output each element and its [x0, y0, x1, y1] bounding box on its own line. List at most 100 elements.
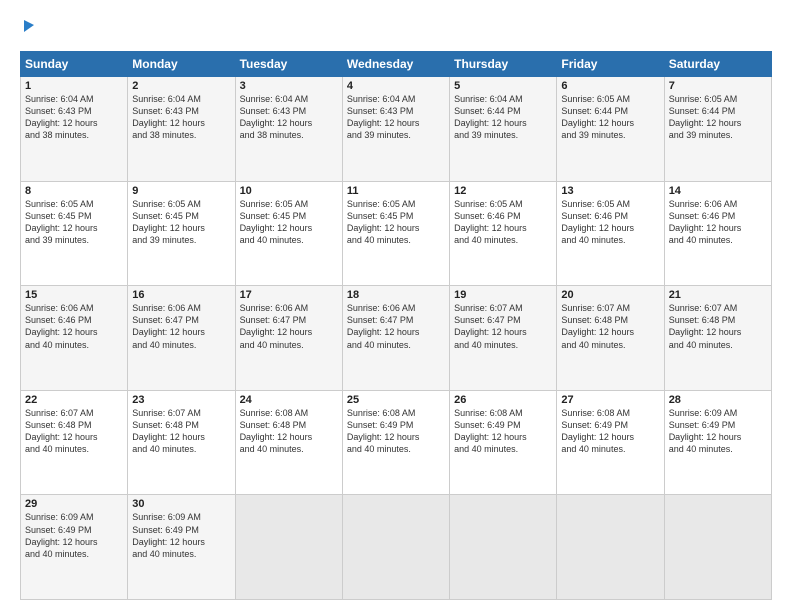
- calendar-header-row: SundayMondayTuesdayWednesdayThursdayFrid…: [21, 52, 772, 77]
- day-number: 15: [25, 289, 123, 301]
- calendar-cell: 11Sunrise: 6:05 AM Sunset: 6:45 PM Dayli…: [342, 181, 449, 286]
- calendar-header-saturday: Saturday: [664, 52, 771, 77]
- calendar-cell: 22Sunrise: 6:07 AM Sunset: 6:48 PM Dayli…: [21, 390, 128, 495]
- calendar-week-row: 22Sunrise: 6:07 AM Sunset: 6:48 PM Dayli…: [21, 390, 772, 495]
- day-info: Sunrise: 6:05 AM Sunset: 6:44 PM Dayligh…: [561, 93, 659, 142]
- day-number: 16: [132, 289, 230, 301]
- day-info: Sunrise: 6:05 AM Sunset: 6:45 PM Dayligh…: [25, 198, 123, 247]
- calendar-header-thursday: Thursday: [450, 52, 557, 77]
- day-number: 5: [454, 80, 552, 92]
- day-number: 13: [561, 185, 659, 197]
- calendar-cell: 17Sunrise: 6:06 AM Sunset: 6:47 PM Dayli…: [235, 286, 342, 391]
- day-info: Sunrise: 6:08 AM Sunset: 6:49 PM Dayligh…: [347, 407, 445, 456]
- calendar-cell: 21Sunrise: 6:07 AM Sunset: 6:48 PM Dayli…: [664, 286, 771, 391]
- calendar-cell: 20Sunrise: 6:07 AM Sunset: 6:48 PM Dayli…: [557, 286, 664, 391]
- day-number: 25: [347, 394, 445, 406]
- day-number: 22: [25, 394, 123, 406]
- calendar-header-monday: Monday: [128, 52, 235, 77]
- calendar-cell: 6Sunrise: 6:05 AM Sunset: 6:44 PM Daylig…: [557, 77, 664, 182]
- day-info: Sunrise: 6:06 AM Sunset: 6:47 PM Dayligh…: [347, 302, 445, 351]
- calendar-cell: [557, 495, 664, 600]
- day-info: Sunrise: 6:06 AM Sunset: 6:47 PM Dayligh…: [240, 302, 338, 351]
- day-info: Sunrise: 6:05 AM Sunset: 6:46 PM Dayligh…: [561, 198, 659, 247]
- day-info: Sunrise: 6:04 AM Sunset: 6:43 PM Dayligh…: [132, 93, 230, 142]
- day-number: 18: [347, 289, 445, 301]
- calendar-cell: 19Sunrise: 6:07 AM Sunset: 6:47 PM Dayli…: [450, 286, 557, 391]
- day-info: Sunrise: 6:05 AM Sunset: 6:45 PM Dayligh…: [240, 198, 338, 247]
- day-number: 17: [240, 289, 338, 301]
- day-number: 30: [132, 498, 230, 510]
- day-info: Sunrise: 6:07 AM Sunset: 6:48 PM Dayligh…: [25, 407, 123, 456]
- calendar-cell: 3Sunrise: 6:04 AM Sunset: 6:43 PM Daylig…: [235, 77, 342, 182]
- calendar-cell: 27Sunrise: 6:08 AM Sunset: 6:49 PM Dayli…: [557, 390, 664, 495]
- day-info: Sunrise: 6:09 AM Sunset: 6:49 PM Dayligh…: [25, 511, 123, 560]
- day-info: Sunrise: 6:05 AM Sunset: 6:45 PM Dayligh…: [347, 198, 445, 247]
- day-number: 3: [240, 80, 338, 92]
- calendar-cell: 8Sunrise: 6:05 AM Sunset: 6:45 PM Daylig…: [21, 181, 128, 286]
- day-info: Sunrise: 6:07 AM Sunset: 6:48 PM Dayligh…: [132, 407, 230, 456]
- calendar-cell: 25Sunrise: 6:08 AM Sunset: 6:49 PM Dayli…: [342, 390, 449, 495]
- calendar-week-row: 29Sunrise: 6:09 AM Sunset: 6:49 PM Dayli…: [21, 495, 772, 600]
- calendar-cell: 12Sunrise: 6:05 AM Sunset: 6:46 PM Dayli…: [450, 181, 557, 286]
- day-number: 28: [669, 394, 767, 406]
- header: [20, 18, 772, 41]
- calendar-cell: 16Sunrise: 6:06 AM Sunset: 6:47 PM Dayli…: [128, 286, 235, 391]
- day-info: Sunrise: 6:06 AM Sunset: 6:46 PM Dayligh…: [25, 302, 123, 351]
- day-number: 14: [669, 185, 767, 197]
- day-number: 19: [454, 289, 552, 301]
- calendar-header-tuesday: Tuesday: [235, 52, 342, 77]
- day-number: 12: [454, 185, 552, 197]
- day-info: Sunrise: 6:07 AM Sunset: 6:48 PM Dayligh…: [669, 302, 767, 351]
- day-info: Sunrise: 6:05 AM Sunset: 6:46 PM Dayligh…: [454, 198, 552, 247]
- calendar-week-row: 1Sunrise: 6:04 AM Sunset: 6:43 PM Daylig…: [21, 77, 772, 182]
- calendar-cell: 5Sunrise: 6:04 AM Sunset: 6:44 PM Daylig…: [450, 77, 557, 182]
- calendar-header-friday: Friday: [557, 52, 664, 77]
- calendar-cell: 14Sunrise: 6:06 AM Sunset: 6:46 PM Dayli…: [664, 181, 771, 286]
- day-info: Sunrise: 6:04 AM Sunset: 6:43 PM Dayligh…: [25, 93, 123, 142]
- day-number: 23: [132, 394, 230, 406]
- logo-wrapper: [20, 18, 38, 41]
- page: SundayMondayTuesdayWednesdayThursdayFrid…: [0, 0, 792, 612]
- calendar-cell: 24Sunrise: 6:08 AM Sunset: 6:48 PM Dayli…: [235, 390, 342, 495]
- day-info: Sunrise: 6:07 AM Sunset: 6:47 PM Dayligh…: [454, 302, 552, 351]
- calendar-cell: 10Sunrise: 6:05 AM Sunset: 6:45 PM Dayli…: [235, 181, 342, 286]
- calendar-cell: 4Sunrise: 6:04 AM Sunset: 6:43 PM Daylig…: [342, 77, 449, 182]
- calendar-week-row: 8Sunrise: 6:05 AM Sunset: 6:45 PM Daylig…: [21, 181, 772, 286]
- calendar-cell: 2Sunrise: 6:04 AM Sunset: 6:43 PM Daylig…: [128, 77, 235, 182]
- day-info: Sunrise: 6:08 AM Sunset: 6:48 PM Dayligh…: [240, 407, 338, 456]
- calendar-cell: [450, 495, 557, 600]
- calendar-cell: 18Sunrise: 6:06 AM Sunset: 6:47 PM Dayli…: [342, 286, 449, 391]
- logo-flag-icon: [22, 18, 36, 41]
- day-info: Sunrise: 6:04 AM Sunset: 6:44 PM Dayligh…: [454, 93, 552, 142]
- day-info: Sunrise: 6:08 AM Sunset: 6:49 PM Dayligh…: [561, 407, 659, 456]
- calendar-week-row: 15Sunrise: 6:06 AM Sunset: 6:46 PM Dayli…: [21, 286, 772, 391]
- day-number: 8: [25, 185, 123, 197]
- day-number: 26: [454, 394, 552, 406]
- calendar-cell: 28Sunrise: 6:09 AM Sunset: 6:49 PM Dayli…: [664, 390, 771, 495]
- calendar-cell: 13Sunrise: 6:05 AM Sunset: 6:46 PM Dayli…: [557, 181, 664, 286]
- day-info: Sunrise: 6:05 AM Sunset: 6:44 PM Dayligh…: [669, 93, 767, 142]
- calendar-cell: [235, 495, 342, 600]
- day-info: Sunrise: 6:04 AM Sunset: 6:43 PM Dayligh…: [347, 93, 445, 142]
- calendar-header-wednesday: Wednesday: [342, 52, 449, 77]
- calendar-cell: 9Sunrise: 6:05 AM Sunset: 6:45 PM Daylig…: [128, 181, 235, 286]
- day-number: 20: [561, 289, 659, 301]
- calendar-cell: 29Sunrise: 6:09 AM Sunset: 6:49 PM Dayli…: [21, 495, 128, 600]
- day-number: 24: [240, 394, 338, 406]
- day-number: 2: [132, 80, 230, 92]
- calendar-cell: 26Sunrise: 6:08 AM Sunset: 6:49 PM Dayli…: [450, 390, 557, 495]
- day-info: Sunrise: 6:09 AM Sunset: 6:49 PM Dayligh…: [669, 407, 767, 456]
- day-number: 4: [347, 80, 445, 92]
- day-number: 7: [669, 80, 767, 92]
- day-info: Sunrise: 6:05 AM Sunset: 6:45 PM Dayligh…: [132, 198, 230, 247]
- day-info: Sunrise: 6:09 AM Sunset: 6:49 PM Dayligh…: [132, 511, 230, 560]
- calendar-cell: 7Sunrise: 6:05 AM Sunset: 6:44 PM Daylig…: [664, 77, 771, 182]
- calendar-table: SundayMondayTuesdayWednesdayThursdayFrid…: [20, 51, 772, 600]
- day-number: 27: [561, 394, 659, 406]
- day-info: Sunrise: 6:08 AM Sunset: 6:49 PM Dayligh…: [454, 407, 552, 456]
- day-number: 9: [132, 185, 230, 197]
- day-number: 1: [25, 80, 123, 92]
- calendar-header-sunday: Sunday: [21, 52, 128, 77]
- calendar-cell: 23Sunrise: 6:07 AM Sunset: 6:48 PM Dayli…: [128, 390, 235, 495]
- calendar-cell: [664, 495, 771, 600]
